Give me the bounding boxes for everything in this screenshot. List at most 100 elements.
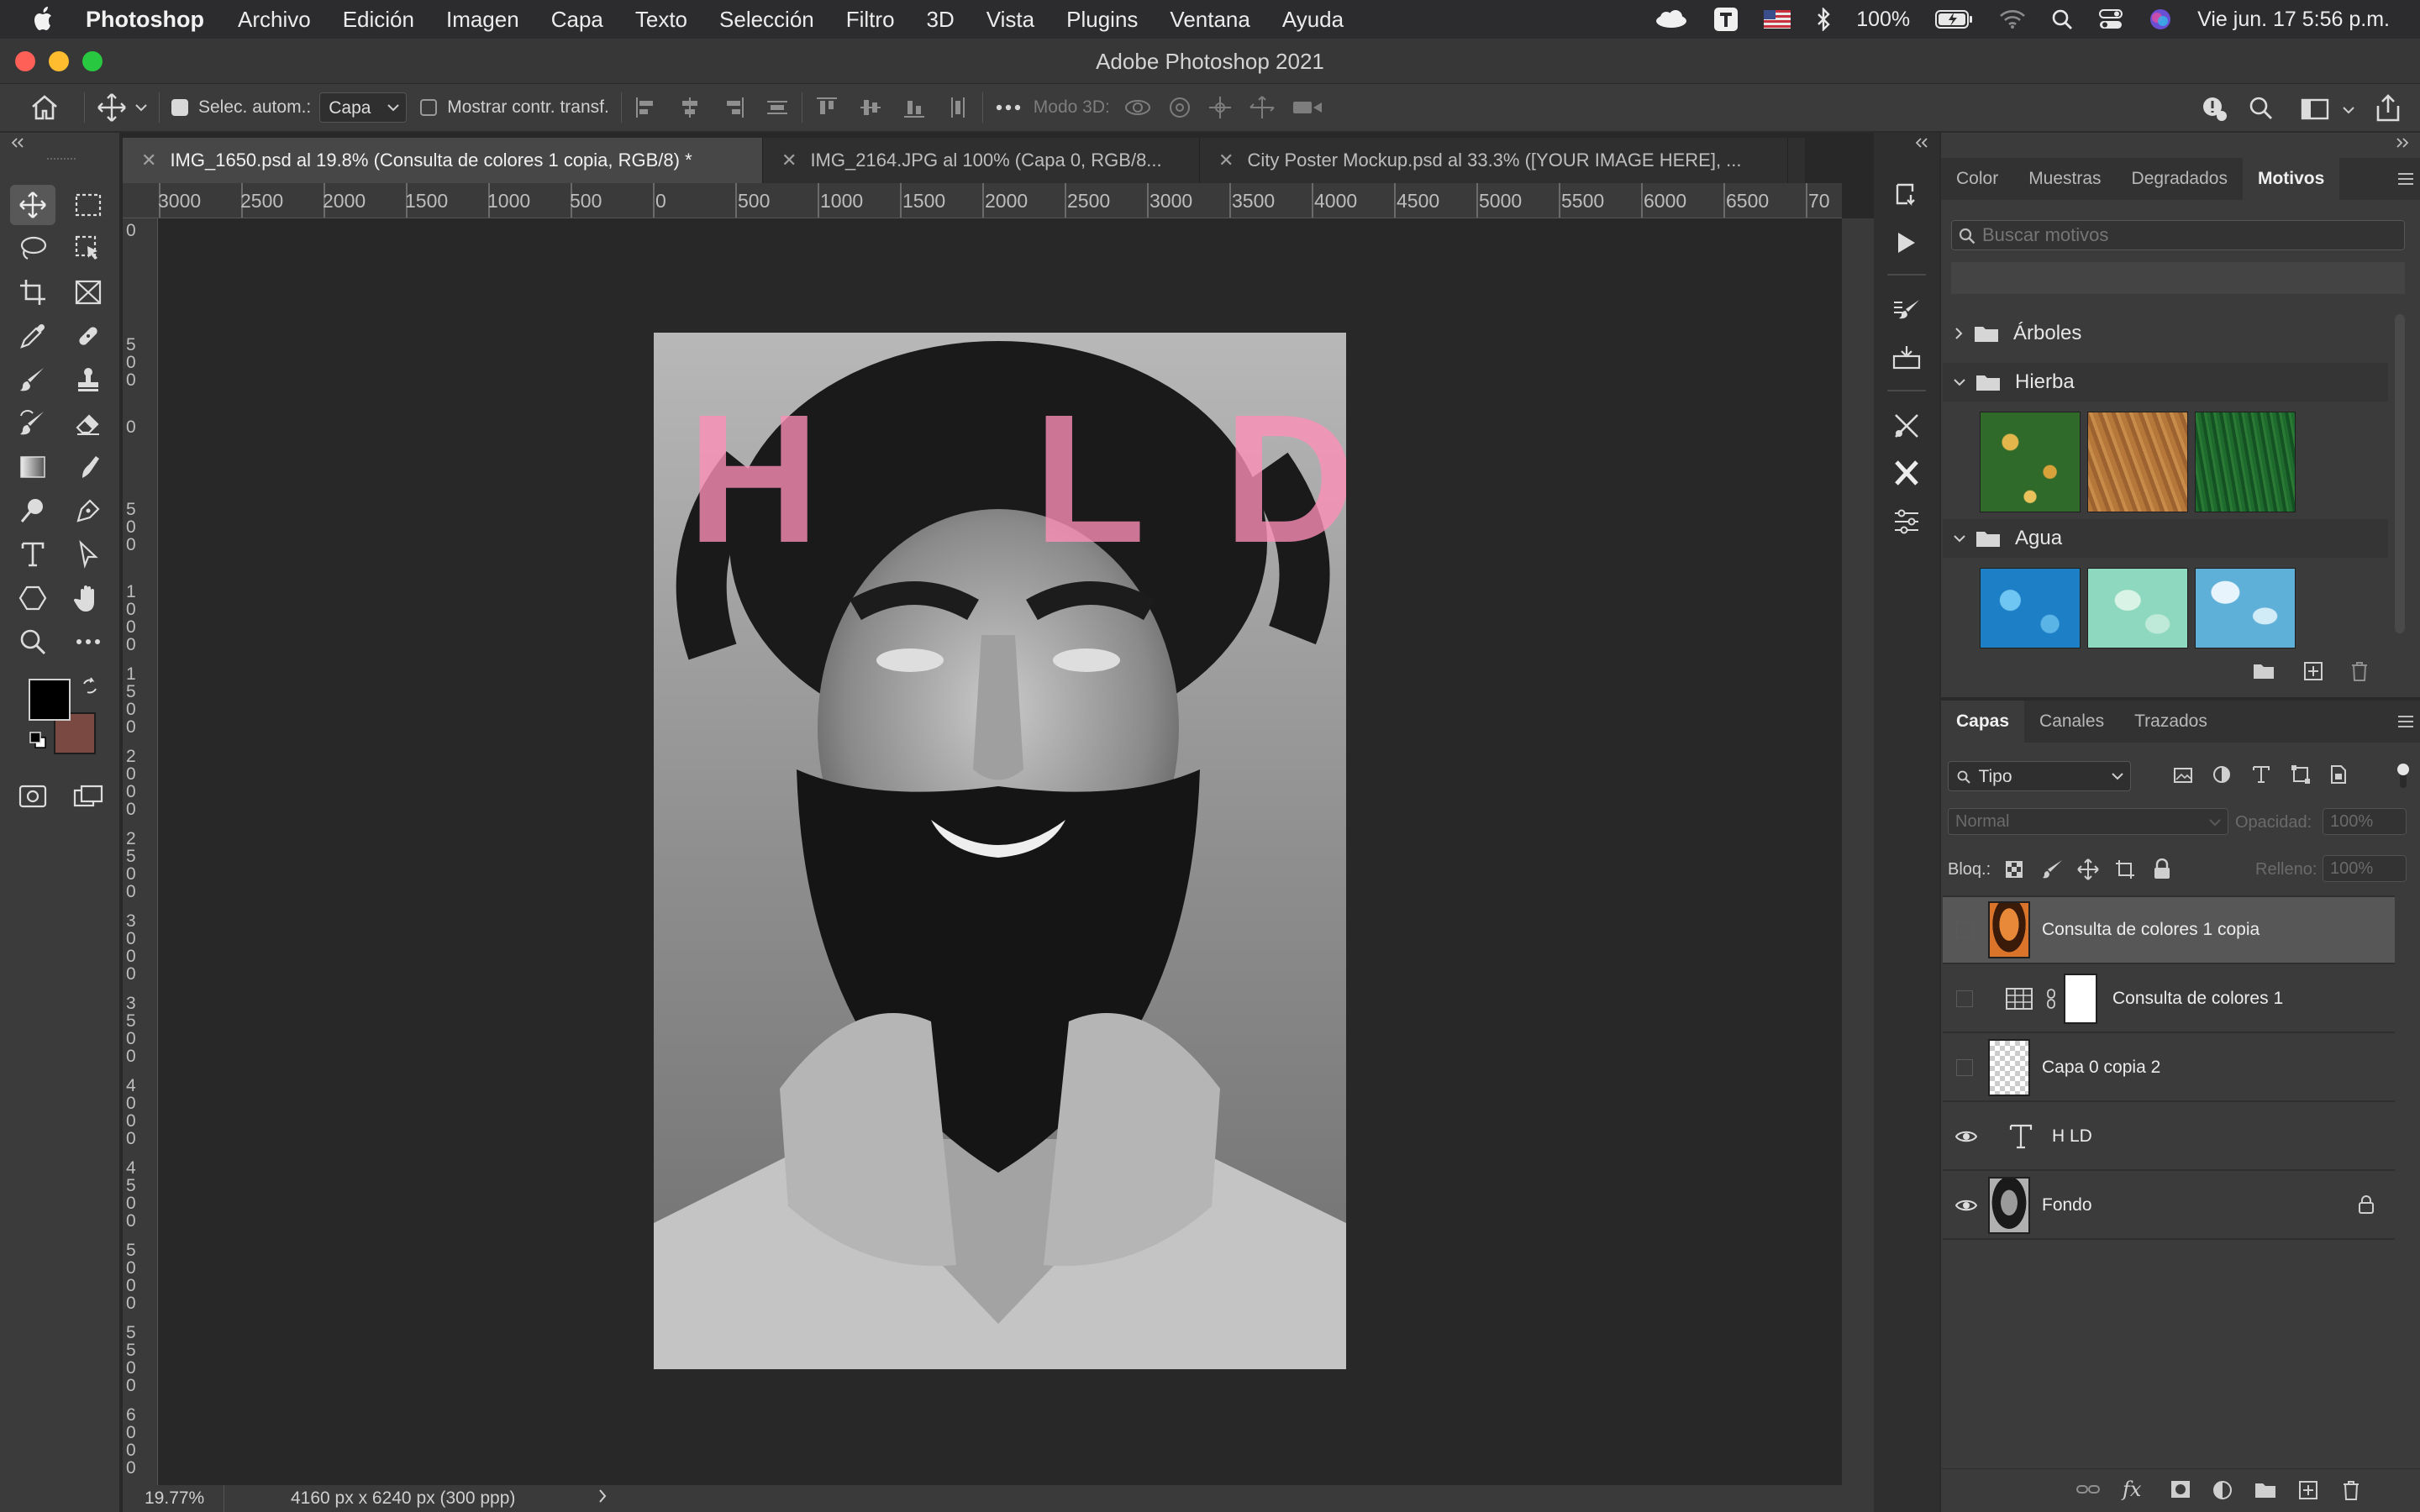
panel-menu-icon[interactable] [2396,714,2415,729]
add-mask-icon[interactable] [2170,1479,2191,1499]
more-tools-icon[interactable] [66,622,111,662]
document-tab[interactable]: ✕ IMG_2164.JPG al 100% (Capa 0, RGB/8... [763,138,1200,183]
link-layers-icon[interactable] [2075,1481,2101,1498]
pattern-swatch-water-3[interactable] [2195,568,2296,648]
menu-ventana[interactable]: Ventana [1170,7,1249,33]
blend-mode-dropdown[interactable]: Normal [1948,808,2228,835]
orbit-3d-icon[interactable] [1123,95,1152,120]
home-icon[interactable] [30,94,59,121]
swap-colors-icon[interactable] [81,677,99,696]
new-layer-icon[interactable] [2297,1479,2319,1501]
lock-icon[interactable] [2358,1194,2375,1215]
grip-handle[interactable] [47,158,76,163]
menu-3d[interactable]: 3D [927,7,955,33]
layer-row[interactable]: Consulta de colores 1 [1943,966,2395,1033]
search-icon[interactable] [2249,96,2274,121]
lock-pixels-icon[interactable] [2042,858,2064,880]
panel-menu-icon[interactable] [2396,171,2415,186]
layer-name[interactable]: Consulta de colores 1 [2112,989,2283,1009]
menu-app-name[interactable]: Photoshop [86,7,204,33]
auto-select-checkbox[interactable] [171,99,188,116]
patterns-scrollbar[interactable] [2395,314,2405,633]
chevron-right-icon[interactable] [1954,327,1963,340]
tab-capas[interactable]: Capas [1941,701,2025,743]
layer-name[interactable]: Fondo [2042,1195,2092,1215]
new-pattern-icon[interactable] [2302,660,2324,682]
layer-visibility-toggle[interactable] [1956,921,1973,938]
layer-row[interactable]: Fondo [1943,1173,2395,1240]
pattern-group-agua[interactable]: Agua [1943,519,2388,558]
healing-brush-tool[interactable] [66,316,111,356]
fx-icon[interactable]: fx [2123,1478,2141,1501]
pen-tool[interactable] [66,491,111,531]
menu-capa[interactable]: Capa [551,7,603,33]
pattern-swatch-grass-1[interactable] [1980,412,2081,512]
filter-smart-object-icon[interactable] [2329,764,2348,785]
fill-field[interactable]: 100% [2323,855,2407,882]
slide-3d-icon[interactable] [1248,95,1276,120]
clone-stamp-tool[interactable] [66,360,111,400]
battery-icon[interactable] [1935,10,1974,29]
menu-edicion[interactable]: Edición [343,7,414,33]
menu-ayuda[interactable]: Ayuda [1282,7,1344,33]
layer-name[interactable]: H LD [2052,1126,2092,1147]
pattern-group-hierba[interactable]: Hierba [1943,363,2388,402]
collapse-dock-icon[interactable] [1914,138,1929,148]
eyedropper-tool[interactable] [10,316,55,356]
chevron-down-icon[interactable] [1953,534,1966,543]
menu-imagen[interactable]: Imagen [446,7,519,33]
chevron-down-icon[interactable] [2343,106,2354,114]
filter-adjustment-icon[interactable] [2212,764,2232,785]
patterns-search-input[interactable] [1982,224,2394,246]
quick-mask-icon[interactable] [10,776,55,816]
menu-seleccion[interactable]: Selección [719,7,814,33]
dodge-tool[interactable] [10,491,55,531]
pan-3d-icon[interactable] [1207,95,1233,120]
distribute-icon[interactable] [765,95,790,120]
filter-toggle[interactable] [2395,761,2412,791]
type-tool[interactable] [10,534,55,575]
align-left-icon[interactable] [634,95,659,120]
clone-source-icon[interactable] [1874,403,1939,449]
pattern-group-arboles[interactable]: Árboles [1943,314,2388,353]
document-info[interactable]: 4160 px x 6240 px (300 ppp) [291,1488,515,1509]
opacity-field[interactable]: 100% [2323,808,2407,835]
close-tab-icon[interactable]: ✕ [141,150,156,171]
learn-icon[interactable] [2200,94,2228,123]
tool-presets-icon[interactable] [1874,336,1939,381]
layer-row[interactable]: H LD [1943,1104,2395,1171]
frame-tool[interactable] [66,272,111,312]
chevron-down-icon[interactable] [1953,378,1966,386]
workspace-icon[interactable] [2301,97,2329,121]
distribute-v-icon[interactable] [945,95,971,120]
eye-icon[interactable] [1949,1129,1983,1144]
move-tool-icon[interactable] [97,92,127,123]
siri-icon[interactable] [2149,8,2172,31]
screen-mode-icon[interactable] [66,776,111,816]
tab-muestras[interactable]: Muestras [2013,158,2116,200]
gradient-tool[interactable] [10,447,55,487]
pattern-swatch-water-1[interactable] [1980,568,2081,648]
align-middle-v-icon[interactable] [858,95,883,120]
roll-3d-icon[interactable] [1167,95,1192,120]
filter-pixel-icon[interactable] [2173,766,2193,785]
wifi-icon[interactable] [1999,9,2026,29]
layer-visibility-toggle[interactable] [1956,1059,1973,1076]
layer-filter-dropdown[interactable]: Tipo [1948,761,2131,791]
history-panel-icon[interactable] [1874,171,1939,217]
menu-plugins[interactable]: Plugins [1066,7,1138,33]
eye-icon[interactable] [1949,1198,1983,1213]
menu-archivo[interactable]: Archivo [238,7,311,33]
close-tab-icon[interactable]: ✕ [781,150,797,171]
layer-mask-thumbnail[interactable] [2064,974,2097,1024]
clock-datetime[interactable]: Vie jun. 17 5:56 p.m. [2197,8,2390,32]
foreground-color-swatch[interactable] [29,679,71,721]
menu-texto[interactable]: Texto [635,7,687,33]
control-center-icon[interactable] [2098,8,2123,30]
chevron-down-icon[interactable] [135,103,147,112]
tab-color[interactable]: Color [1941,158,2013,200]
object-selection-tool[interactable] [66,228,111,269]
eraser-tool[interactable] [66,403,111,444]
zoom-tool[interactable] [10,622,55,662]
pattern-swatch-grass-3[interactable] [2195,412,2296,512]
